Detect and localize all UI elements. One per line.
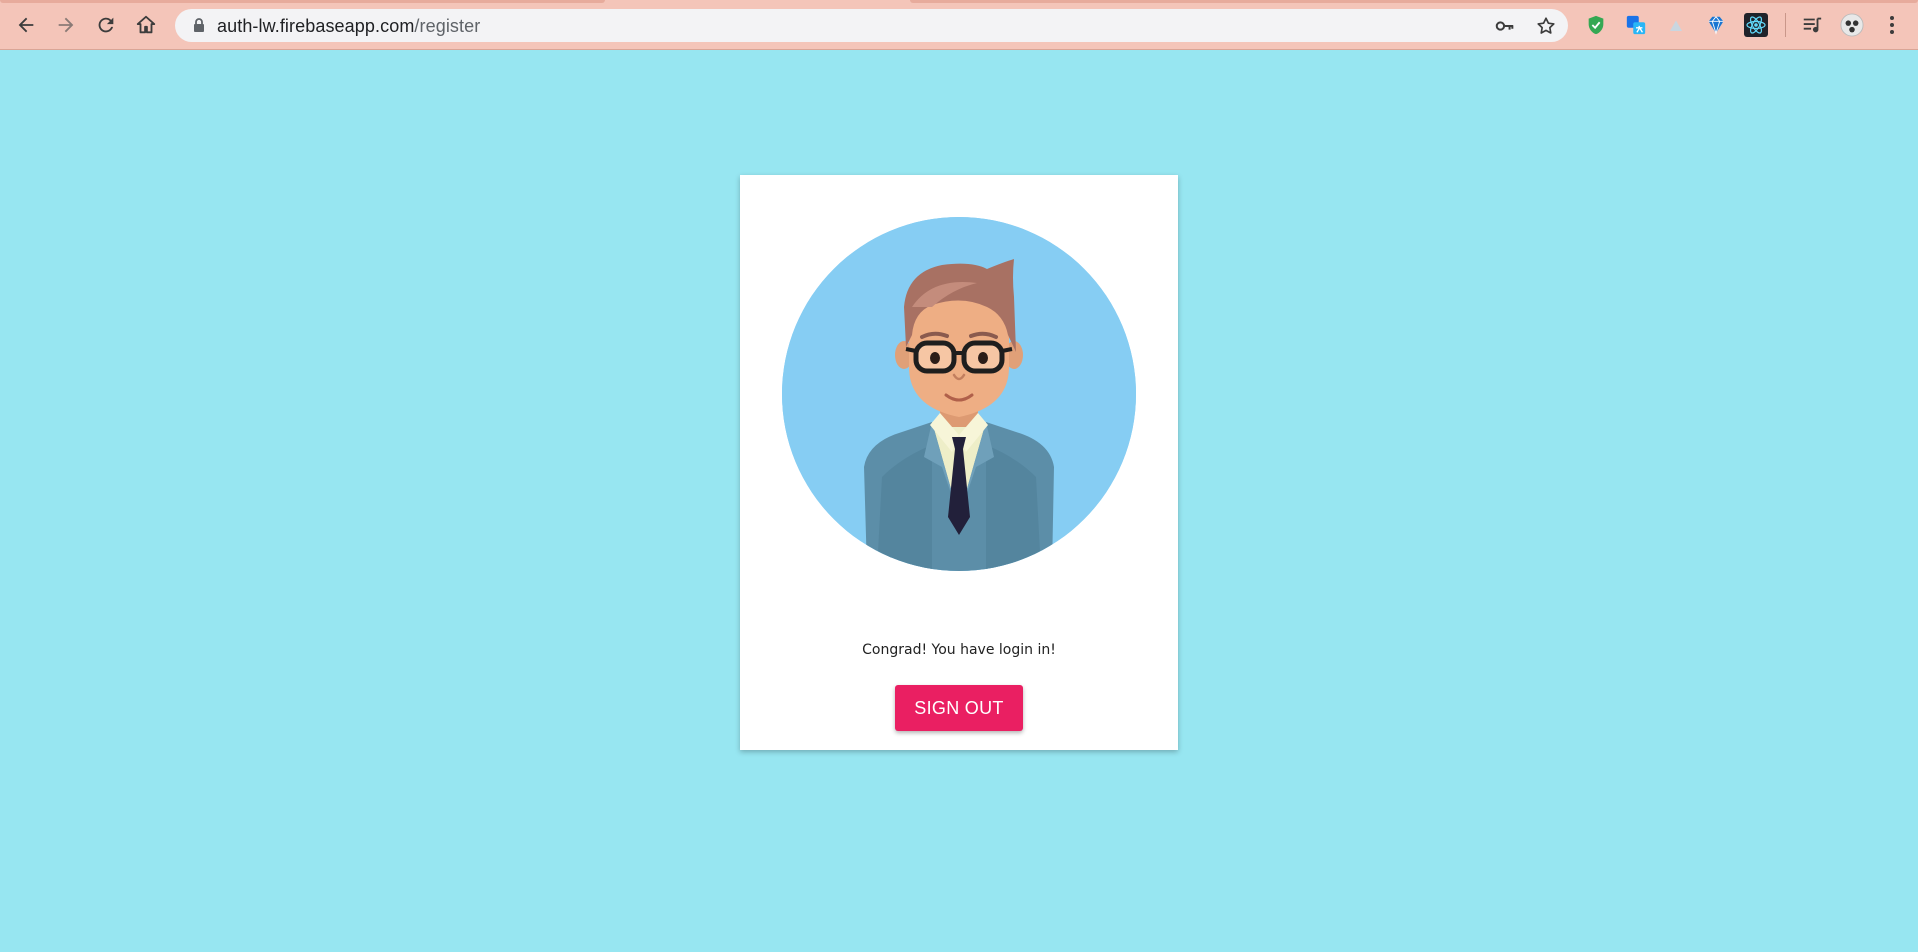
more-menu-icon[interactable] bbox=[1880, 13, 1904, 37]
user-avatar bbox=[782, 217, 1136, 571]
back-arrow-icon bbox=[18, 17, 34, 33]
back-button[interactable] bbox=[10, 9, 42, 41]
tab[interactable] bbox=[910, 0, 1918, 3]
toolbar-separator bbox=[1785, 13, 1786, 37]
profile-avatar-icon[interactable] bbox=[1840, 13, 1864, 37]
bookmark-star-icon[interactable] bbox=[1535, 15, 1557, 37]
reload-icon bbox=[98, 17, 114, 33]
home-icon bbox=[136, 15, 156, 34]
url-domain: auth-lw.firebaseapp.com bbox=[217, 16, 415, 36]
gem-icon[interactable] bbox=[1704, 13, 1728, 37]
url-text[interactable]: auth-lw.firebaseapp.com/register bbox=[217, 16, 480, 37]
login-success-message: Congrad! You have login in! bbox=[862, 642, 1056, 658]
triangle-icon[interactable] bbox=[1664, 13, 1688, 37]
shield-check-icon[interactable] bbox=[1584, 13, 1608, 37]
address-bar[interactable]: auth-lw.firebaseapp.com/register bbox=[175, 9, 1568, 42]
tab-strip bbox=[0, 0, 1918, 4]
key-icon[interactable] bbox=[1494, 15, 1516, 37]
businessman-illustration-icon bbox=[782, 217, 1136, 571]
translate-icon[interactable] bbox=[1624, 13, 1648, 37]
avatar-overlay-text: ile bbox=[848, 538, 875, 568]
lock-icon[interactable] bbox=[191, 17, 207, 33]
url-path: /register bbox=[414, 16, 481, 36]
forward-arrow-icon bbox=[58, 17, 74, 33]
sign-out-button[interactable]: SIGN OUT bbox=[895, 685, 1023, 731]
tab[interactable] bbox=[0, 0, 605, 3]
profile-card: ile Congrad! You have login in! SIGN OUT bbox=[740, 175, 1178, 750]
home-button[interactable] bbox=[130, 9, 162, 41]
media-control-icon[interactable] bbox=[1800, 13, 1824, 37]
react-icon[interactable] bbox=[1744, 13, 1768, 37]
browser-toolbar: auth-lw.firebaseapp.com/register bbox=[0, 0, 1918, 50]
forward-button[interactable] bbox=[50, 9, 82, 41]
reload-button[interactable] bbox=[90, 9, 122, 41]
